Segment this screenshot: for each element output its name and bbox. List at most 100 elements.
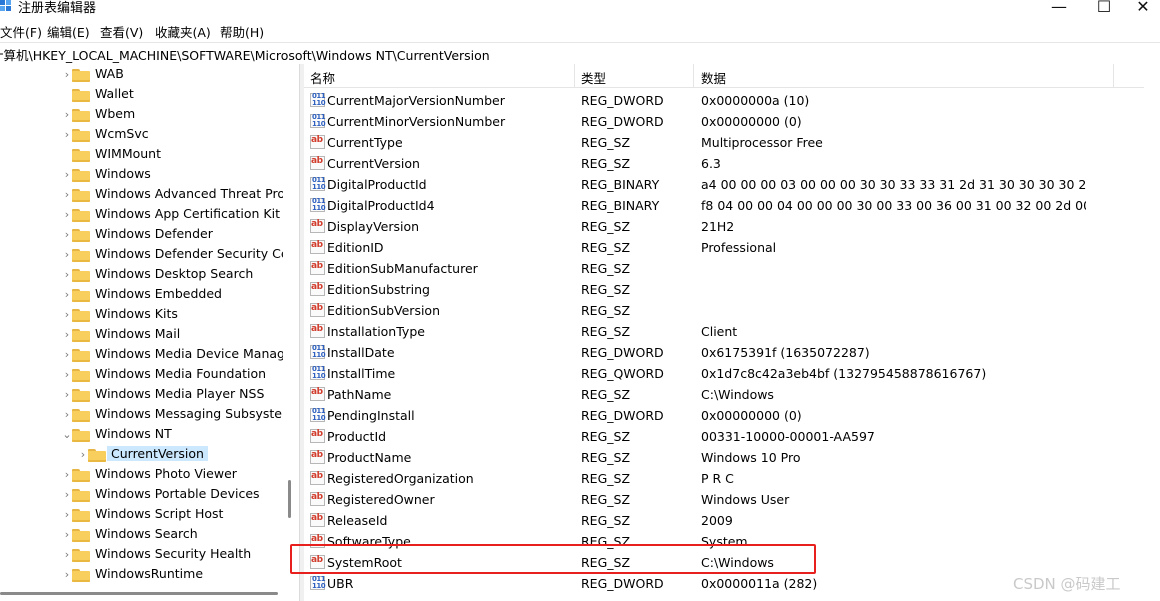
value-data: 0x00000000 (0) (701, 408, 802, 423)
title-bar: 注册表编辑器 — ☐ ✕ (0, 0, 1160, 18)
value-name: DisplayVersion (327, 219, 420, 234)
minimize-button[interactable]: — (1036, 0, 1082, 18)
value-name: UBR (327, 576, 354, 591)
chevron-right-icon[interactable]: › (62, 305, 72, 325)
value-row[interactable]: 011 110 CurrentMinorVersionNumber REG_DWOR… (304, 111, 1160, 132)
value-name: CurrentType (327, 135, 403, 150)
column-header-name[interactable]: 名称 (304, 64, 575, 87)
folder-icon (72, 349, 90, 362)
column-header-data[interactable]: 数据 (695, 64, 1114, 87)
value-data: Professional (701, 240, 777, 255)
chevron-right-icon[interactable]: › (62, 205, 72, 225)
value-row[interactable]: 011 110 InstallTime REG_QWORD 0x1d7c8c42a3e… (304, 363, 1160, 384)
value-row[interactable]: ab EditionSubVersion REG_SZ (304, 300, 1160, 321)
value-row[interactable]: ab EditionID REG_SZ Professional (304, 237, 1160, 258)
tree-horizontal-thumb[interactable] (0, 592, 278, 595)
folder-icon (72, 269, 90, 282)
value-row[interactable]: ab EditionSubstring REG_SZ (304, 279, 1160, 300)
binary-value-icon: 011 110 (310, 576, 326, 590)
folder-icon (72, 409, 90, 422)
value-icon-glyph: ab (311, 387, 323, 397)
value-row[interactable]: ab CurrentType REG_SZ Multiprocessor Free (304, 132, 1160, 153)
folder-icon (72, 89, 90, 102)
close-button[interactable]: ✕ (1126, 0, 1160, 18)
key-tree[interactable]: › WAB Wallet › Wbem › WcmSvc WIMMount › Windows › W… (0, 64, 299, 601)
chevron-right-icon[interactable]: › (62, 465, 72, 485)
value-row[interactable]: 011 110 PendingInstall REG_DWORD 0x00000000… (304, 405, 1160, 426)
chevron-right-icon[interactable]: › (62, 325, 72, 345)
chevron-right-icon[interactable]: › (62, 265, 72, 285)
value-data: P R C (701, 471, 734, 486)
value-name: ProductName (327, 450, 412, 465)
address-path[interactable]: 计算机\HKEY_LOCAL_MACHINE\SOFTWARE\Microsof… (0, 45, 490, 64)
chevron-right-icon[interactable]: › (62, 65, 72, 85)
value-data: 0x00000000 (0) (701, 114, 802, 129)
value-row[interactable]: ab CurrentVersion REG_SZ 6.3 (304, 153, 1160, 174)
chevron-right-icon[interactable] (62, 85, 72, 105)
chevron-right-icon[interactable]: › (62, 565, 72, 585)
chevron-right-icon[interactable]: › (78, 445, 88, 465)
chevron-right-icon[interactable]: › (62, 185, 72, 205)
string-value-icon: ab (310, 219, 325, 233)
chevron-right-icon[interactable]: › (62, 385, 72, 405)
chevron-right-icon[interactable]: › (62, 505, 72, 525)
menu-favorites[interactable]: 收藏夹(A) (155, 22, 211, 41)
chevron-right-icon[interactable] (62, 145, 72, 165)
values-list[interactable]: 名称 类型 数据 011 110 CurrentMajorVersionNumbe… (304, 64, 1160, 601)
menu-help[interactable]: 帮助(H) (220, 22, 264, 41)
chevron-right-icon[interactable]: › (62, 365, 72, 385)
folder-icon (72, 69, 90, 82)
value-icon-glyph: 011 110 (312, 365, 326, 380)
chevron-right-icon[interactable]: › (62, 165, 72, 185)
folder-icon (72, 489, 90, 502)
maximize-button[interactable]: ☐ (1081, 0, 1127, 18)
column-header-type[interactable]: 类型 (575, 64, 694, 87)
value-icon-glyph: 011 110 (312, 344, 326, 359)
chevron-right-icon[interactable]: › (62, 525, 72, 545)
value-row[interactable]: ab PathName REG_SZ C:\Windows (304, 384, 1160, 405)
value-row[interactable]: ab ProductId REG_SZ 00331-10000-00001-AA597 (304, 426, 1160, 447)
menu-file[interactable]: 文件(F) (0, 22, 42, 41)
string-value-icon: ab (310, 471, 325, 485)
watermark: CSDN @码建工 (1013, 575, 1121, 593)
value-row[interactable]: ab EditionSubManufacturer REG_SZ (304, 258, 1160, 279)
value-row[interactable]: 011 110 DigitalProductId4 REG_BINARY f8 04 … (304, 195, 1160, 216)
tree-item-label: Windows Portable Devices (95, 486, 260, 501)
value-type: REG_SZ (581, 261, 631, 276)
value-row[interactable]: 011 110 CurrentMajorVersionNumber REG_DWOR… (304, 90, 1160, 111)
chevron-right-icon[interactable]: › (62, 105, 72, 125)
value-type: REG_DWORD (581, 408, 664, 423)
menu-edit[interactable]: 编辑(E) (47, 22, 90, 41)
chevron-right-icon[interactable]: › (62, 405, 72, 425)
value-row[interactable]: ab InstallationType REG_SZ Client (304, 321, 1160, 342)
chevron-right-icon[interactable]: › (62, 485, 72, 505)
value-icon-glyph: ab (311, 156, 323, 166)
chevron-right-icon[interactable]: › (62, 225, 72, 245)
chevron-right-icon[interactable]: › (62, 285, 72, 305)
address-bar[interactable]: 计算机\HKEY_LOCAL_MACHINE\SOFTWARE\Microsof… (0, 42, 1160, 65)
chevron-down-icon[interactable]: ⌄ (62, 425, 72, 445)
chevron-right-icon[interactable]: › (62, 345, 72, 365)
tree-vertical-scrollbar[interactable] (283, 64, 299, 585)
value-type: REG_SZ (581, 324, 631, 339)
window-title: 注册表编辑器 (18, 1, 97, 16)
value-name: InstallDate (327, 345, 395, 360)
menu-view[interactable]: 查看(V) (100, 22, 143, 41)
value-row[interactable]: ab DisplayVersion REG_SZ 21H2 (304, 216, 1160, 237)
list-vertical-scrollbar[interactable] (1144, 64, 1160, 601)
value-type: REG_DWORD (581, 93, 664, 108)
tree-item-label: CurrentVersion (107, 446, 208, 461)
value-name: RegisteredOrganization (327, 471, 474, 486)
value-type: REG_SZ (581, 282, 631, 297)
value-row[interactable]: 011 110 InstallDate REG_DWORD 0x6175391f (1… (304, 342, 1160, 363)
value-row[interactable]: ab RegisteredOwner REG_SZ Windows User (304, 489, 1160, 510)
value-row[interactable]: ab ProductName REG_SZ Windows 10 Pro (304, 447, 1160, 468)
tree-scroll-thumb[interactable] (288, 480, 291, 518)
value-row[interactable]: ab RegisteredOrganization REG_SZ P R C (304, 468, 1160, 489)
chevron-right-icon[interactable]: › (62, 125, 72, 145)
value-row[interactable]: ab ReleaseId REG_SZ 2009 (304, 510, 1160, 531)
chevron-right-icon[interactable]: › (62, 245, 72, 265)
tree-item-label: Windows Security Health (95, 546, 252, 561)
chevron-right-icon[interactable]: › (62, 545, 72, 565)
value-row[interactable]: 011 110 DigitalProductId REG_BINARY a4 00 0… (304, 174, 1160, 195)
